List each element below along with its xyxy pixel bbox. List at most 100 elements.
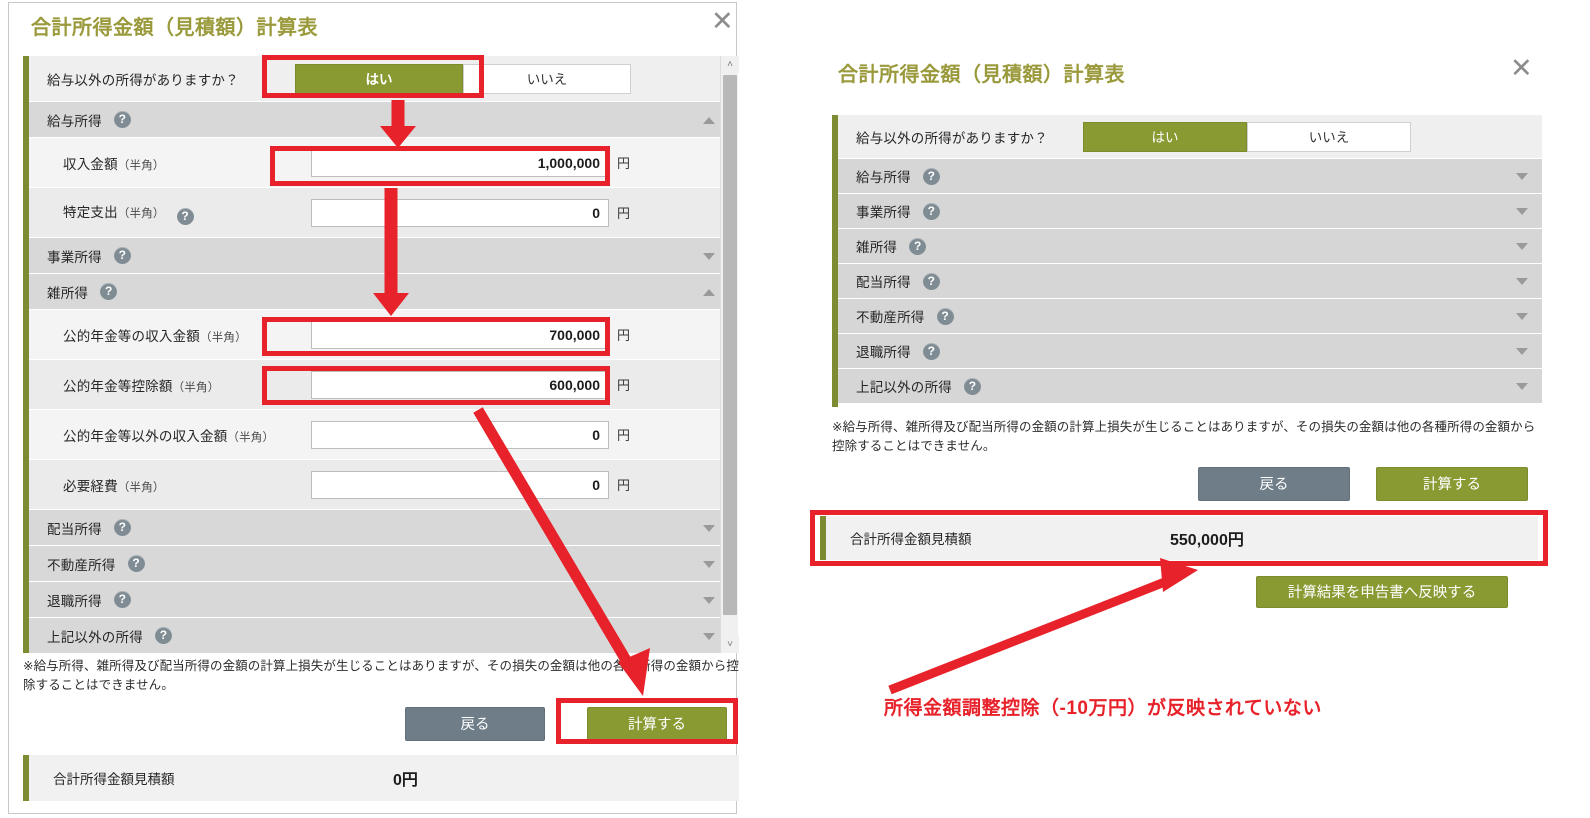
right-back-button[interactable]: 戻る <box>1198 467 1350 501</box>
left-section-other[interactable]: 上記以外の所得 ? <box>29 618 729 653</box>
left-field-special-expense: 特定支出（半角）? 0 円 <box>29 188 729 238</box>
left-calculate-button[interactable]: 計算する <box>587 707 727 741</box>
chevron-down-icon[interactable] <box>703 524 715 532</box>
help-icon[interactable]: ? <box>100 283 118 300</box>
left-field-non-pension-income: 公的年金等以外の収入金額（半角） 0 円 <box>29 410 729 460</box>
right-section-misc[interactable]: 雑所得 ? <box>838 229 1542 264</box>
yen-unit: 円 <box>617 478 631 493</box>
help-icon[interactable]: ? <box>922 272 940 290</box>
left-section-misc-label: 雑所得 <box>47 285 89 301</box>
chevron-down-icon[interactable] <box>703 560 715 568</box>
special-expense-input[interactable]: 0 <box>311 198 609 227</box>
right-answer-no[interactable]: いいえ <box>1247 122 1411 152</box>
right-section-business[interactable]: 事業所得 ? <box>838 194 1542 229</box>
chevron-down-icon[interactable] <box>703 596 715 604</box>
pension-income-input[interactable]: 700,000 <box>311 320 609 349</box>
right-total-value: 550,000円 <box>1170 532 1244 549</box>
left-page-title: 合計所得金額（見積額）計算表 <box>31 17 318 39</box>
left-yes-no-toggle: はい いいえ <box>295 64 631 94</box>
left-question-row: 給与以外の所得がありますか？ はい いいえ <box>29 56 729 102</box>
close-icon[interactable]: ✕ <box>711 8 734 35</box>
left-section-retirement[interactable]: 退職所得 ? <box>29 582 729 618</box>
chevron-down-icon[interactable] <box>1516 243 1528 250</box>
left-back-button[interactable]: 戻る <box>405 707 545 741</box>
left-field-non-pension-income-label: 公的年金等以外の収入金額（半角） <box>63 428 275 444</box>
left-field-pension-income: 公的年金等の収入金額（半角） 700,000 円 <box>29 310 729 360</box>
left-field-pension-income-label: 公的年金等の収入金額（半角） <box>63 328 247 344</box>
yen-unit: 円 <box>617 156 631 171</box>
help-icon[interactable]: ? <box>922 342 940 360</box>
chevron-down-icon[interactable] <box>1516 348 1528 355</box>
left-section-salary[interactable]: 給与所得 ? <box>29 102 729 138</box>
right-section-salary[interactable]: 給与所得 ? <box>838 159 1542 194</box>
scrollbar-thumb[interactable] <box>723 75 737 615</box>
help-icon[interactable]: ? <box>113 111 131 128</box>
right-section-dividend[interactable]: 配当所得 ? <box>838 264 1542 299</box>
help-icon[interactable]: ? <box>936 307 954 325</box>
scroll-up-arrow-icon[interactable]: ˄ <box>721 56 739 73</box>
left-field-pension-deduction: 公的年金等控除額（半角） 600,000 円 <box>29 360 729 410</box>
left-total-row: 合計所得金額見積額 0円 <box>23 755 739 801</box>
scroll-down-arrow-icon[interactable]: ˅ <box>721 636 739 653</box>
chevron-up-icon[interactable] <box>703 116 715 124</box>
help-icon[interactable]: ? <box>154 627 172 644</box>
pension-deduction-input[interactable]: 600,000 <box>311 370 609 399</box>
salary-income-input[interactable]: 1,000,000 <box>311 148 609 177</box>
help-icon[interactable]: ? <box>113 247 131 264</box>
chevron-down-icon[interactable] <box>1516 278 1528 285</box>
chevron-down-icon[interactable] <box>1516 313 1528 320</box>
left-section-realestate[interactable]: 不動産所得 ? <box>29 546 729 582</box>
right-section-misc-label: 雑所得 <box>856 240 898 255</box>
right-section-other[interactable]: 上記以外の所得 ? <box>838 369 1542 404</box>
right-section-realestate[interactable]: 不動産所得 ? <box>838 299 1542 334</box>
help-icon[interactable]: ? <box>113 591 131 608</box>
left-field-pension-deduction-label: 公的年金等控除額（半角） <box>63 378 220 394</box>
right-note: ※給与所得、雑所得及び配当所得の金額の計算上損失が生じることはありますが、その損… <box>832 420 1536 454</box>
reflect-result-button[interactable]: 計算結果を申告書へ反映する <box>1256 576 1508 608</box>
left-field-salary-income-label: 収入金額（半角） <box>63 156 165 172</box>
chevron-up-icon[interactable] <box>703 288 715 296</box>
left-field-necessary-expense-label: 必要経費（半角） <box>63 478 165 494</box>
help-icon[interactable]: ? <box>922 167 940 185</box>
chevron-down-icon[interactable] <box>1516 383 1528 390</box>
chevron-down-icon[interactable] <box>703 252 715 260</box>
right-calculate-button[interactable]: 計算する <box>1376 467 1528 501</box>
yen-unit: 円 <box>617 328 631 343</box>
annotation-text: 所得金額調整控除（-10万円）が反映されていない <box>884 698 1322 719</box>
right-section-retirement[interactable]: 退職所得 ? <box>838 334 1542 369</box>
right-total-row: 合計所得金額見積額 550,000円 <box>820 516 1538 560</box>
right-section-retirement-label: 退職所得 <box>856 345 911 360</box>
left-question-label: 給与以外の所得がありますか？ <box>47 72 239 88</box>
chevron-down-icon[interactable] <box>1516 173 1528 180</box>
yen-unit: 円 <box>617 428 631 443</box>
necessary-expense-input[interactable]: 0 <box>311 470 609 499</box>
left-dialog: 合計所得金額（見積額）計算表 ✕ 給与以外の所得がありますか？ はい いいえ 給… <box>8 2 739 814</box>
left-field-salary-income: 収入金額（半角） 1,000,000 円 <box>29 138 729 188</box>
help-icon[interactable]: ? <box>113 519 131 536</box>
left-section-misc[interactable]: 雑所得 ? <box>29 274 729 310</box>
left-scrollbar[interactable]: ˄ ˅ <box>720 56 739 653</box>
help-icon[interactable]: ? <box>922 202 940 220</box>
right-section-salary-label: 給与所得 <box>856 170 911 185</box>
left-answer-yes[interactable]: はい <box>295 64 463 94</box>
chevron-down-icon[interactable] <box>703 632 715 640</box>
right-answer-yes[interactable]: はい <box>1083 122 1247 152</box>
left-income-table: 給与以外の所得がありますか？ はい いいえ 給与所得 ? 収入金額（半角） 1,… <box>23 56 747 653</box>
right-yes-no-toggle: はい いいえ <box>1083 122 1411 152</box>
left-section-business[interactable]: 事業所得 ? <box>29 238 729 274</box>
chevron-down-icon[interactable] <box>1516 208 1528 215</box>
non-pension-income-input[interactable]: 0 <box>311 420 609 449</box>
left-section-retirement-label: 退職所得 <box>47 593 102 609</box>
left-section-dividend[interactable]: 配当所得 ? <box>29 510 729 546</box>
close-icon[interactable]: ✕ <box>1510 55 1533 82</box>
left-answer-no[interactable]: いいえ <box>463 64 631 94</box>
left-section-salary-label: 給与所得 <box>47 113 102 129</box>
help-icon[interactable]: ? <box>963 377 981 395</box>
right-page-title: 合計所得金額（見積額）計算表 <box>838 64 1125 86</box>
help-icon[interactable]: ? <box>176 207 194 225</box>
left-section-realestate-label: 不動産所得 <box>47 557 116 573</box>
right-question-label: 給与以外の所得がありますか？ <box>856 130 1048 146</box>
help-icon[interactable]: ? <box>127 555 145 572</box>
right-total-label: 合計所得金額見積額 <box>850 532 972 547</box>
help-icon[interactable]: ? <box>909 237 927 255</box>
